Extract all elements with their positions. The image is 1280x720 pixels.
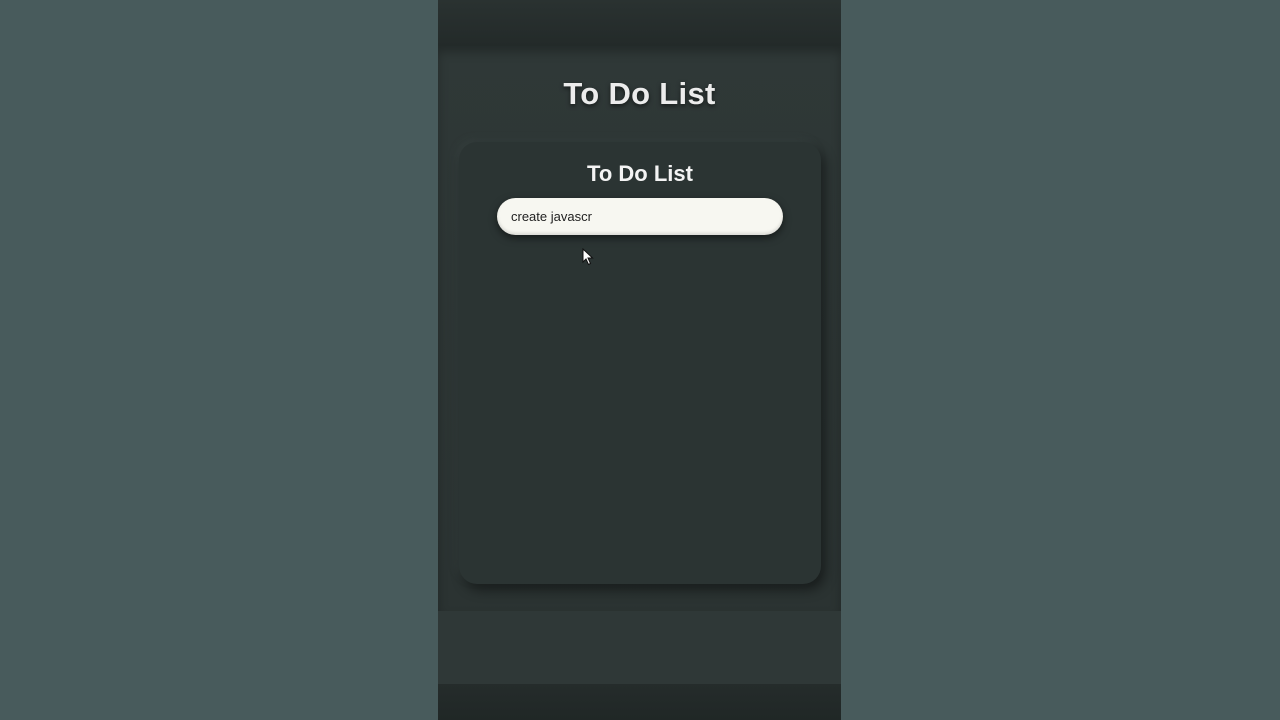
card-title: To Do List [587,161,693,186]
browser-top-bar [438,0,841,46]
bottom-band [438,611,841,684]
todo-input[interactable] [497,198,783,235]
right-letterbox [841,0,1280,720]
todo-list [497,250,783,560]
app-viewport: To Do List To Do List [438,0,841,720]
left-letterbox [0,0,438,720]
todo-card: To Do List [459,142,821,584]
mouse-pointer-icon [582,248,594,266]
browser-bottom-bar [438,684,841,720]
page-title: To Do List [563,76,716,111]
